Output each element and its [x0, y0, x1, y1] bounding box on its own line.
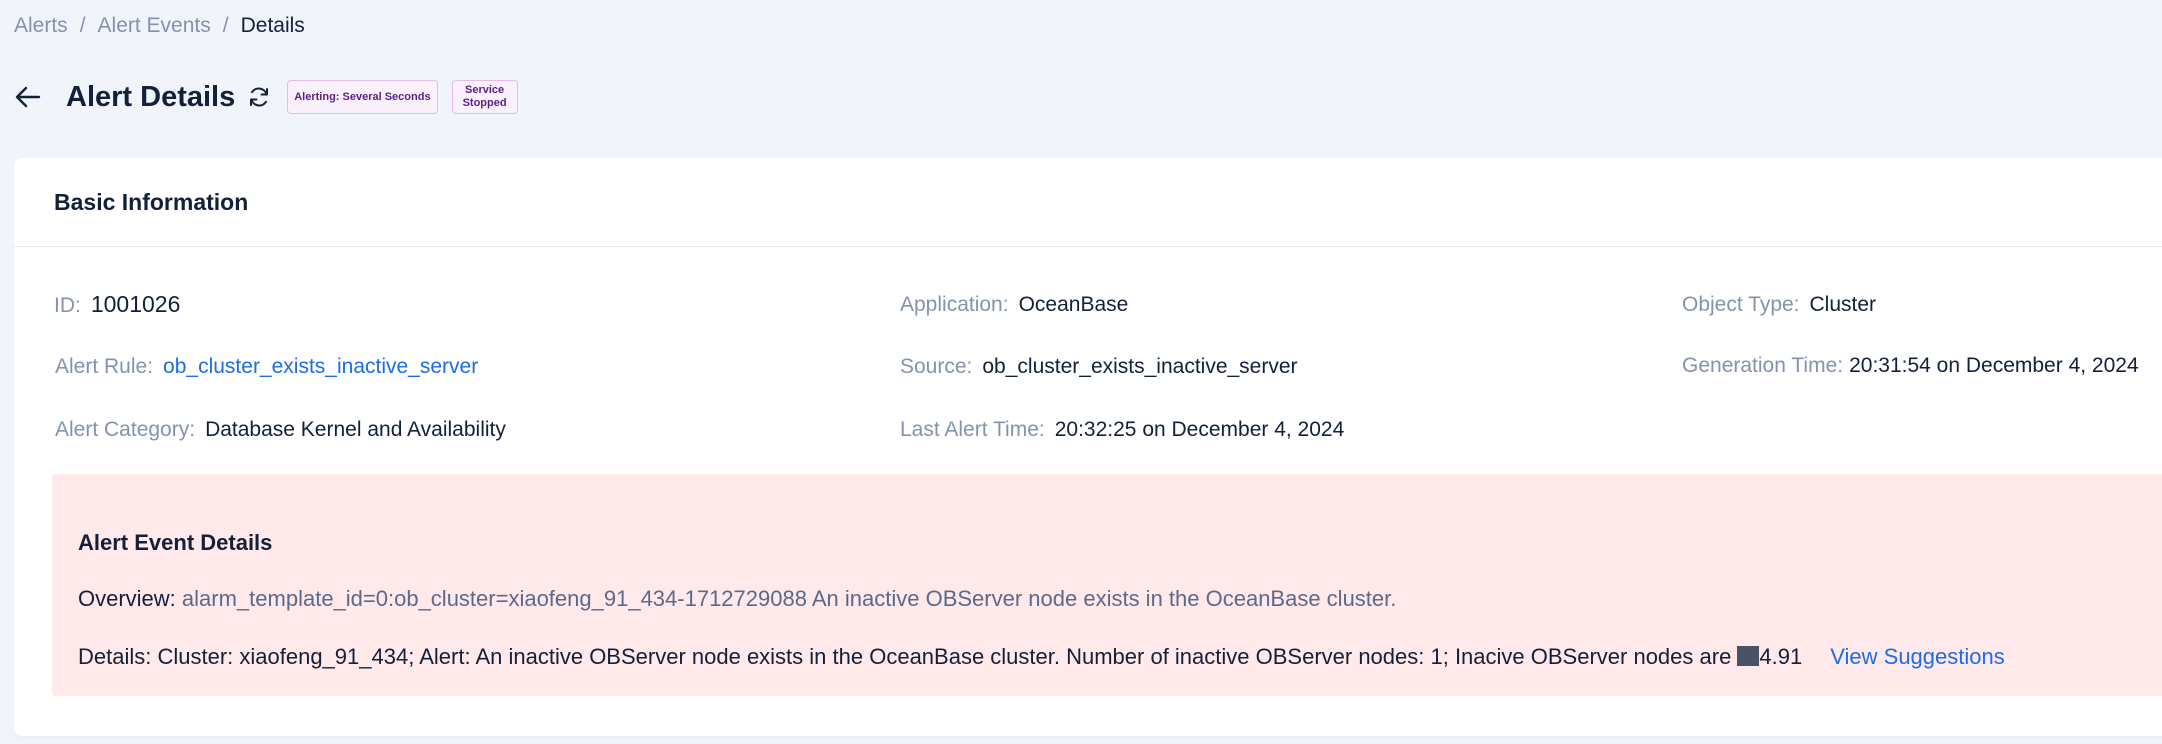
- field-object-type: Object Type: Cluster: [1682, 293, 1876, 317]
- service-status-tag: Service Stopped: [451, 80, 518, 114]
- field-id-value: 1001026: [90, 291, 181, 317]
- event-overview-label: Overview:: [78, 586, 176, 611]
- field-generation-time-label: Generation Time:: [1682, 354, 1844, 377]
- field-application-label: Application:: [900, 293, 1009, 316]
- event-overview: Overview: alarm_template_id=0:ob_cluster…: [78, 586, 1396, 612]
- service-status-line1: Service: [464, 84, 505, 96]
- breadcrumb-separator: /: [222, 14, 229, 37]
- field-id: ID: 1001026: [54, 291, 180, 318]
- field-last-alert-time: Last Alert Time: 20:32:25 on December 4, …: [900, 418, 1344, 442]
- alerting-duration-tag: Alerting: Several Seconds: [287, 80, 438, 114]
- field-source: Source: ob_cluster_exists_inactive_server: [900, 355, 1298, 379]
- alert-rule-link[interactable]: ob_cluster_exists_inactive_server: [163, 355, 478, 378]
- event-details: Details: Cluster: xiaofeng_91_434; Alert…: [78, 644, 2005, 670]
- field-application: Application: OceanBase: [900, 293, 1128, 317]
- field-generation-time: Generation Time: 20:31:54 on December 4, …: [1682, 354, 2139, 378]
- event-title: Alert Event Details: [78, 530, 273, 555]
- page-title: Alert Details: [66, 80, 236, 113]
- breadcrumb-alert-events[interactable]: Alert Events: [98, 14, 211, 38]
- field-last-alert-time-label: Last Alert Time:: [900, 418, 1045, 441]
- back-arrow-icon[interactable]: [14, 83, 42, 111]
- event-overview-value: alarm_template_id=0:ob_cluster=xiaofeng_…: [181, 586, 1397, 611]
- view-suggestions-link[interactable]: View Suggestions: [1830, 644, 2005, 669]
- field-alert-rule: Alert Rule: ob_cluster_exists_inactive_se…: [55, 355, 478, 379]
- field-id-label: ID:: [54, 294, 81, 317]
- page-header: Alert Details Alerting: Several Seconds …: [14, 80, 518, 114]
- field-alert-category-value: Database Kernel and Availability: [205, 418, 506, 441]
- event-details-text: Details: Cluster: xiaofeng_91_434; Alert…: [78, 644, 1738, 669]
- field-object-type-label: Object Type:: [1682, 293, 1800, 316]
- field-source-value: ob_cluster_exists_inactive_server: [982, 355, 1298, 378]
- event-details-suffix: 4.91: [1759, 644, 1803, 669]
- card-title: Basic Information: [54, 188, 249, 215]
- field-alert-category: Alert Category: Database Kernel and Avail…: [55, 418, 506, 442]
- breadcrumb-alerts[interactable]: Alerts: [14, 14, 68, 38]
- field-application-value: OceanBase: [1018, 293, 1129, 316]
- field-object-type-value: Cluster: [1809, 293, 1877, 316]
- field-source-label: Source:: [900, 355, 973, 378]
- service-status-line2: Stopped: [462, 97, 507, 109]
- breadcrumb: Alerts / Alert Events / Details: [14, 14, 305, 38]
- field-alert-rule-label: Alert Rule:: [55, 355, 154, 378]
- field-last-alert-time-value: 20:32:25 on December 4, 2024: [1054, 418, 1345, 441]
- breadcrumb-separator: /: [79, 14, 86, 37]
- field-alert-category-label: Alert Category:: [55, 418, 196, 441]
- card-header: Basic Information: [14, 158, 2162, 247]
- refresh-icon[interactable]: [245, 83, 273, 111]
- basic-information-card: Basic Information ID: 1001026 Application…: [14, 158, 2162, 736]
- field-generation-time-value: 20:31:54 on December 4, 2024: [1849, 354, 2139, 377]
- breadcrumb-current: Details: [240, 14, 305, 37]
- alert-event-details-panel: Alert Event Details Overview: alarm_temp…: [52, 474, 2162, 696]
- redacted-block: [1737, 646, 1760, 666]
